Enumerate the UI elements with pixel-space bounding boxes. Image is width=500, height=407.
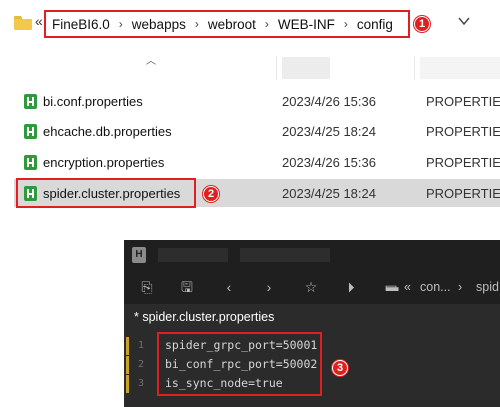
highlight-box-config-lines xyxy=(157,332,322,396)
breadcrumb-item-webapps[interactable]: webapps xyxy=(132,17,186,32)
editor-path-segment[interactable]: con... xyxy=(420,280,451,294)
column-divider[interactable] xyxy=(276,56,277,80)
modified-line-marker xyxy=(126,375,129,393)
overflow-chevron-icon[interactable]: « xyxy=(35,13,43,29)
editor-path-overflow[interactable]: « xyxy=(404,280,411,294)
new-file-icon[interactable]: ⎘ xyxy=(138,278,156,296)
breadcrumb-separator: › xyxy=(264,17,269,31)
file-date: 2023/4/25 18:24 xyxy=(282,123,376,139)
line-number: 2 xyxy=(138,359,145,370)
callout-badge-1: 1 xyxy=(414,16,430,32)
breadcrumb-separator: › xyxy=(118,17,123,31)
file-type: PROPERTIES xyxy=(426,185,500,201)
file-row[interactable]: encryption.properties 2023/4/26 15:36 PR… xyxy=(14,148,500,176)
breadcrumb-item-finebi[interactable]: FineBI6.0 xyxy=(52,17,110,32)
file-type: PROPERTIES xyxy=(426,123,500,139)
editor-title-bar: H xyxy=(124,240,500,270)
editor-tab-label: * spider.cluster.properties xyxy=(134,310,275,324)
modified-line-marker xyxy=(126,337,129,355)
column-header-date[interactable] xyxy=(282,57,330,79)
back-icon[interactable]: ‹ xyxy=(220,278,238,296)
editor-tab[interactable]: * spider.cluster.properties xyxy=(124,304,500,330)
editor-logo-icon: H xyxy=(132,247,146,263)
file-row[interactable]: bi.conf.properties 2023/4/26 15:36 PROPE… xyxy=(14,87,500,115)
run-icon[interactable]: ⏵ xyxy=(342,278,360,296)
properties-file-icon xyxy=(24,155,37,170)
modified-line-marker xyxy=(126,356,129,374)
breadcrumb[interactable]: FineBI6.0 › webapps › webroot › WEB-INF … xyxy=(44,10,410,38)
file-name: bi.conf.properties xyxy=(43,93,143,109)
file-type: PROPERTIES xyxy=(426,154,500,170)
editor-toolbar: ⎘ 🖫 ‹ › ☆ ⏵ ▭ ▬ « con... › spid xyxy=(124,270,500,304)
column-header-type[interactable] xyxy=(420,57,500,79)
file-date: 2023/4/25 18:24 xyxy=(282,185,376,201)
folder-icon xyxy=(14,16,32,30)
line-number: 1 xyxy=(138,340,145,351)
breadcrumb-item-config[interactable]: config xyxy=(357,17,393,32)
callout-badge-2: 2 xyxy=(203,186,219,202)
editor-path-folder-icon: ▬ xyxy=(386,280,399,294)
callout-badge-3: 3 xyxy=(332,360,348,376)
file-row[interactable]: ehcache.db.properties 2023/4/25 18:24 PR… xyxy=(14,117,500,145)
editor-menu-area xyxy=(158,248,228,262)
file-date: 2023/4/26 15:36 xyxy=(282,154,376,170)
editor-path-segment[interactable]: spid xyxy=(476,280,499,294)
line-number: 3 xyxy=(138,378,145,389)
breadcrumb-separator: › xyxy=(194,17,199,31)
editor-menu-area xyxy=(240,248,330,262)
file-name: ehcache.db.properties xyxy=(43,123,172,139)
file-type: PROPERTIES xyxy=(426,93,500,109)
editor-path-separator: › xyxy=(458,280,463,294)
properties-file-icon xyxy=(24,94,37,109)
chevron-down-icon[interactable] xyxy=(457,14,471,28)
properties-file-icon xyxy=(24,124,37,139)
column-divider[interactable] xyxy=(414,56,415,80)
forward-icon[interactable]: › xyxy=(260,278,278,296)
breadcrumb-item-web-inf[interactable]: WEB-INF xyxy=(278,17,335,32)
file-date: 2023/4/26 15:36 xyxy=(282,93,376,109)
breadcrumb-separator: › xyxy=(343,17,348,31)
breadcrumb-item-webroot[interactable]: webroot xyxy=(208,17,256,32)
sort-ascending-icon[interactable]: ︿ xyxy=(146,52,156,67)
file-name: encryption.properties xyxy=(43,154,165,170)
save-icon[interactable]: 🖫 xyxy=(178,278,196,296)
highlight-box-selected-file xyxy=(16,178,196,208)
star-icon[interactable]: ☆ xyxy=(302,278,320,296)
